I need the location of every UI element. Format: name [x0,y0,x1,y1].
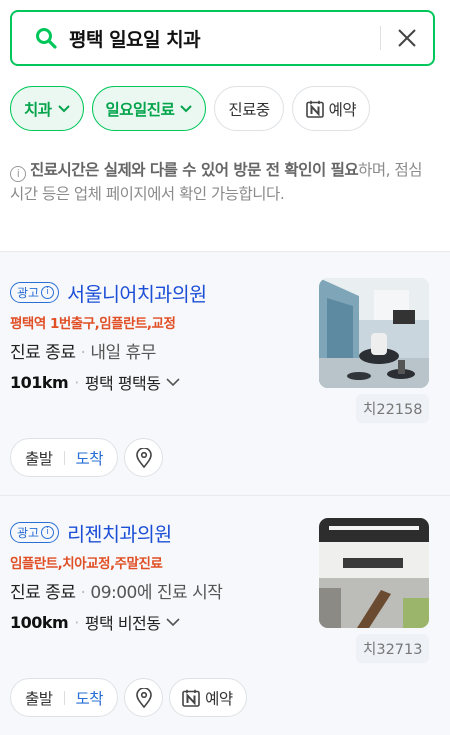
reserve-button[interactable]: 예약 [169,678,247,717]
clear-search-button[interactable] [381,12,433,64]
location-pin-icon [135,687,152,708]
search-input[interactable]: 평택 일요일 치과 [69,25,380,52]
clinic-lobby-photo [319,518,429,628]
chevron-down-icon [180,104,193,112]
business-status: 진료 종료 · 내일 휴무 [10,338,156,363]
filter-chip-label: 진료중 [228,100,270,119]
ad-label: 광고 [17,286,40,300]
reserve-label: 예약 [205,689,233,708]
status-sub-text: 09:00에 진료 시작 [90,583,223,603]
distance: 100km [10,612,69,632]
place-thumbnail[interactable] [319,518,429,628]
pill-separator [63,450,65,465]
filter-chip-label: 치과 [24,100,52,119]
close-icon [398,29,416,47]
distance-address[interactable]: 101km · 평택 평택동 [10,370,180,394]
filter-chip-label: 일요일진료 [105,100,175,119]
place-tags: 임플란트,치아교정,주말진료 [10,556,163,572]
place-name[interactable]: 서울니어치과의원 [67,278,207,307]
address-area: 평택 평택동 [84,374,161,393]
card-title-row: 광고 i 서울니어치과의원 [10,278,207,307]
map-location-button[interactable] [124,678,164,717]
action-row: 출발 도착 예약 [10,678,247,717]
status-text: 진료 종료 [10,583,76,603]
arrive-button[interactable]: 도착 [76,687,104,709]
route-pill: 출발 도착 [10,678,119,717]
depart-button[interactable]: 출발 [25,687,53,709]
place-code-tag: 치32713 [356,634,430,663]
notice-bold-text: 진료시간은 실제와 다를 수 있어 방문 전 확인이 필요 [30,161,359,179]
distance: 101km [10,372,69,392]
filter-bar: 치과 일요일진료 진료중 예약 [10,86,371,131]
place-card[interactable]: 광고 i 서울니어치과의원 평택역 1번출구,임플란트,교정 진료 종료 · 내일 … [0,278,450,488]
map-location-button[interactable] [124,438,164,477]
chevron-down-icon [165,617,180,626]
route-pill: 출발 도착 [10,438,119,477]
filter-chip-label: 예약 [328,100,357,119]
naver-booking-icon [305,100,324,118]
place-code-tag: 치22158 [356,394,430,423]
place-name[interactable]: 리젠치과의원 [67,518,172,547]
separator-dot: · [74,372,79,392]
address-area: 평택 비전동 [84,614,161,633]
filter-chip-open-now[interactable]: 진료중 [214,86,284,131]
status-sub-text: 내일 휴무 [90,343,156,363]
separator-dot: · [80,343,86,363]
chevron-down-icon [165,377,180,386]
place-tags: 평택역 1번출구,임플란트,교정 [10,316,176,332]
ad-badge[interactable]: 광고 i [10,522,60,543]
filter-chip-category[interactable]: 치과 [10,86,84,131]
filter-chip-sunday[interactable]: 일요일진료 [91,86,207,131]
distance-address[interactable]: 100km · 평택 비전동 [10,610,180,634]
search-results-page: 평택 일요일 치과 치과 일요일진료 진료중 예약 i 진료시간은 실제와 다를… [0,0,450,735]
ad-badge[interactable]: 광고 i [10,282,60,303]
chevron-down-icon [57,104,70,112]
info-icon: i [41,526,55,539]
place-thumbnail[interactable] [319,278,429,388]
clinic-interior-photo [319,278,429,388]
search-icon [36,28,57,49]
search-bar[interactable]: 평택 일요일 치과 [10,10,435,66]
action-row: 출발 도착 [10,438,164,477]
info-icon: i [10,166,26,182]
separator-dot: · [80,583,86,603]
ad-label: 광고 [17,526,40,540]
separator-dot: · [74,612,79,632]
place-card[interactable]: 광고 i 리젠치과의원 임플란트,치아교정,주말진료 진료 종료 · 09:00에 … [0,518,450,728]
filter-chip-reservation[interactable]: 예약 [291,86,371,131]
hours-notice: i 진료시간은 실제와 다를 수 있어 방문 전 확인이 필요하며, 점심시간 등… [10,158,430,206]
naver-booking-icon [182,689,200,707]
arrive-button[interactable]: 도착 [76,447,104,469]
location-pin-icon [135,447,152,468]
card-title-row: 광고 i 리젠치과의원 [10,518,172,547]
status-text: 진료 종료 [10,343,76,363]
info-icon: i [41,286,55,299]
pill-separator [63,690,65,705]
business-status: 진료 종료 · 09:00에 진료 시작 [10,578,223,603]
depart-button[interactable]: 출발 [25,447,53,469]
